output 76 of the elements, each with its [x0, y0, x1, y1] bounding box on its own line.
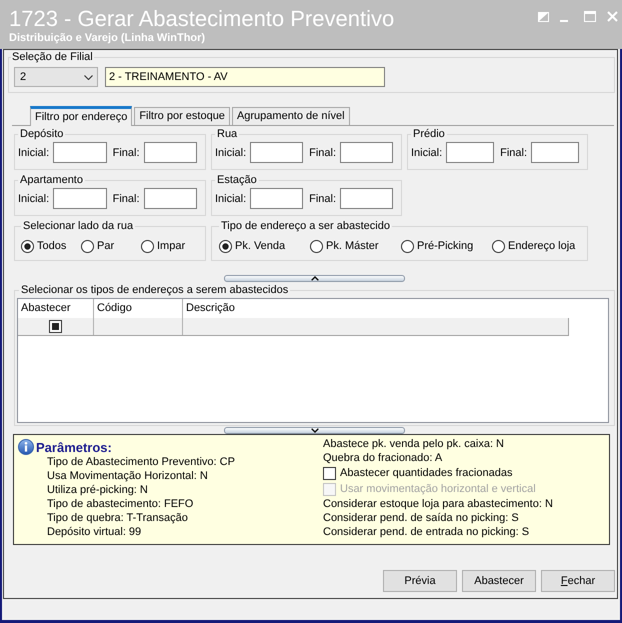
field-label: Final: [309, 146, 336, 158]
tab[interactable]: Filtro por endereço [30, 106, 132, 126]
input-field[interactable] [250, 142, 304, 163]
field-label: Inicial: [215, 192, 246, 204]
parameter-text: Tipo de Abastecimento Preventivo: CP [47, 455, 236, 469]
radio-button[interactable] [401, 240, 414, 252]
splitter-handle[interactable] [224, 275, 405, 282]
radio-button[interactable] [21, 240, 34, 252]
group-label: Prédio [412, 128, 446, 140]
caret-up-icon [310, 276, 318, 281]
field-label: Inicial: [411, 146, 442, 158]
column-header: Descrição [185, 301, 236, 316]
checkbox[interactable] [49, 320, 62, 333]
field-label: Final: [112, 146, 140, 158]
group-label: Apartamento [19, 174, 84, 186]
caret-down-icon [310, 428, 318, 433]
dropdown[interactable]: 2 [14, 67, 98, 87]
parameter-text: Utiliza pré-picking: N [47, 483, 149, 497]
group-label: Rua [216, 128, 238, 140]
checkbox-label: Abastecer quantidades fracionadas [340, 467, 512, 479]
radio-button[interactable] [141, 240, 154, 252]
input-field[interactable] [446, 142, 494, 163]
parameter-text: Considerar pend. de saída no picking: S [323, 511, 520, 525]
tab[interactable]: Agrupamento de nível [232, 107, 350, 125]
window-title: 1723 - Gerar Abastecimento Preventivo [9, 6, 394, 31]
dialog-button[interactable]: Abastecer [462, 570, 536, 592]
input-field[interactable] [53, 188, 107, 209]
group-label: Selecionar os tipos de endereços a serem abastecidos [20, 284, 290, 296]
text-field[interactable]: 2 - TREINAMENTO - AV [105, 67, 385, 87]
parameter-text: Tipo de abastecimento: FEFO [47, 497, 194, 511]
radio-button[interactable] [310, 240, 323, 252]
radio-button[interactable] [81, 240, 94, 252]
field-label: Final: [309, 192, 336, 204]
info-icon [18, 439, 34, 455]
group-label: Tipo de endereço a ser abastecido [220, 220, 391, 232]
input-field[interactable] [144, 142, 197, 163]
group-label: Selecionar lado da rua [22, 220, 134, 232]
parameter-text: Usa Movimentação Horizontal: N [47, 469, 209, 483]
radio-button[interactable] [492, 240, 505, 252]
field-label: Inicial: [18, 146, 50, 158]
input-field[interactable] [340, 142, 393, 163]
splitter-handle[interactable] [224, 427, 405, 434]
checkbox[interactable] [323, 466, 336, 480]
input-field[interactable] [144, 188, 197, 209]
radio-label: Todos [37, 240, 66, 252]
radio-label: Pk. Venda [235, 240, 286, 252]
chevron-down-icon [84, 74, 93, 80]
field-label: Inicial: [215, 146, 246, 158]
parameter-text: Considerar estoque loja para abastecimento: N [323, 497, 553, 511]
parameter-text: Abastece pk. venda pelo pk. caixa: N [323, 437, 505, 451]
parameter-text: Tipo de quebra: T-Transação [47, 511, 189, 525]
radio-label: Par [97, 240, 114, 252]
input-field[interactable] [531, 142, 579, 163]
field-label: Inicial: [18, 192, 50, 204]
field-label: Final: [500, 146, 528, 158]
parameter-text: Quebra do fracionado: A [323, 451, 444, 465]
radio-label: Endereço loja [508, 240, 576, 252]
field-label: Final: [112, 192, 140, 204]
group-label: Estação [216, 174, 258, 186]
radio-label: Impar [157, 240, 186, 252]
group-label: Seleção de Filial [11, 51, 94, 63]
window-subtitle: Distribuição e Varejo (Linha WinThor) [9, 32, 206, 45]
dialog-button[interactable]: Fechar [541, 570, 615, 592]
tab[interactable]: Filtro por estoque [134, 107, 230, 125]
radio-label: Pk. Máster [326, 240, 379, 252]
panel-title: Parâmetros: [36, 440, 112, 454]
radio-button[interactable] [219, 240, 232, 252]
input-field[interactable] [250, 188, 304, 209]
input-field[interactable] [53, 142, 107, 163]
checkbox-label: Usar movimentação horizontal e vertical [340, 483, 536, 495]
input-field[interactable] [340, 188, 393, 209]
dialog-button[interactable]: Prévia [383, 570, 457, 592]
radio-label: Pré-Picking [417, 240, 474, 252]
group-label: Depósito [19, 128, 64, 140]
parameter-text: Depósito virtual: 99 [47, 525, 142, 539]
parameter-text: Considerar pend. de entrada no picking: S [323, 525, 530, 539]
